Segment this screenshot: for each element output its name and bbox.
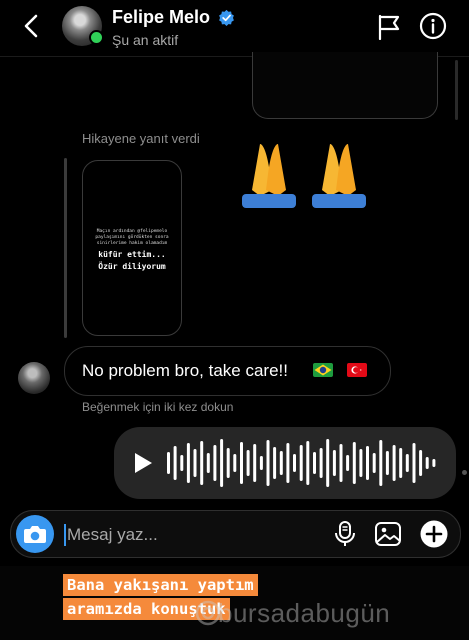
waveform-bar bbox=[206, 453, 210, 473]
waveform-bar bbox=[346, 455, 350, 471]
back-arrow-icon[interactable] bbox=[20, 12, 44, 40]
emoji-hands-2 bbox=[312, 144, 366, 208]
story-main-text: küfür ettim... Özür diliyorum bbox=[98, 250, 166, 271]
waveform-bar bbox=[366, 446, 369, 480]
gallery-icon[interactable] bbox=[374, 521, 402, 547]
report-flag-icon[interactable] bbox=[376, 14, 402, 40]
waveform-bar bbox=[419, 450, 423, 476]
waveform-bar bbox=[399, 448, 403, 478]
info-icon[interactable] bbox=[419, 12, 447, 40]
incoming-message-text: No problem bro, take care!! bbox=[82, 361, 288, 380]
add-plus-icon[interactable] bbox=[419, 519, 449, 549]
verified-badge-icon bbox=[219, 9, 234, 26]
waveform-bar bbox=[293, 454, 296, 472]
waveform-bar bbox=[213, 445, 217, 481]
scroll-indicator bbox=[455, 60, 458, 120]
waveform-bar bbox=[332, 450, 336, 476]
waveform-bar bbox=[253, 444, 257, 482]
emoji-hands-1 bbox=[242, 144, 296, 208]
waveform-bar bbox=[412, 443, 416, 483]
waveform-bar bbox=[339, 444, 343, 482]
contact-name[interactable]: Felipe Melo bbox=[112, 7, 210, 28]
incoming-message-bubble[interactable]: No problem bro, take care!! bbox=[64, 346, 391, 396]
previous-story-card[interactable] bbox=[252, 52, 438, 119]
waveform-bar bbox=[167, 452, 170, 474]
waveform-bar bbox=[385, 451, 389, 475]
story-small-text: Maçın ardından @felipemelo paylaşımını g… bbox=[95, 229, 169, 246]
camera-button[interactable] bbox=[16, 515, 54, 553]
waveform-bar bbox=[180, 455, 184, 471]
waveform-bar bbox=[319, 448, 323, 478]
site-watermark: bursadabugün bbox=[218, 598, 391, 628]
waveform-bar bbox=[405, 454, 409, 472]
waveform-bar bbox=[259, 456, 263, 470]
caption-line-1: Bana yakışanı yaptım bbox=[63, 574, 258, 596]
waveform-bar bbox=[299, 445, 303, 481]
waveform-bar bbox=[240, 442, 243, 484]
sender-avatar[interactable] bbox=[18, 362, 50, 394]
waveform-bar bbox=[200, 441, 204, 485]
message-input[interactable] bbox=[67, 522, 267, 548]
waveform-bar bbox=[392, 445, 396, 481]
play-icon[interactable] bbox=[132, 451, 154, 475]
audio-waveform[interactable] bbox=[166, 435, 438, 491]
microphone-icon[interactable] bbox=[333, 520, 357, 548]
waveform-bar bbox=[359, 449, 363, 477]
waveform-bar bbox=[372, 453, 376, 473]
waveform-bar bbox=[220, 439, 224, 487]
camera-icon bbox=[24, 526, 46, 543]
online-indicator bbox=[89, 30, 104, 45]
waveform-bar bbox=[286, 443, 290, 483]
turkey-flag-icon bbox=[347, 363, 367, 377]
waveform-bar bbox=[379, 440, 383, 486]
waveform-bar bbox=[226, 448, 230, 478]
waveform-bar bbox=[273, 447, 277, 479]
svg-text:🙏🙏: 🙏🙏 bbox=[238, 138, 241, 139]
waveform-bar bbox=[173, 446, 177, 480]
waveform-bar bbox=[246, 450, 250, 476]
story-thumbnail[interactable]: Maçın ardından @felipemelo paylaşımını g… bbox=[82, 160, 182, 336]
chat-header: Felipe Melo Şu an aktif bbox=[0, 0, 469, 56]
message-status-dot bbox=[462, 470, 467, 475]
double-tap-like-hint: Beğenmek için iki kez dokun bbox=[82, 400, 234, 414]
waveform-bar bbox=[313, 452, 316, 474]
waveform-bar bbox=[279, 451, 283, 475]
reply-quote-bar bbox=[64, 158, 67, 338]
story-reply-label: Hikayene yanıt verdi bbox=[82, 131, 200, 146]
praying-hands-emoji[interactable]: 🙏🙏 bbox=[238, 138, 378, 214]
waveform-bar bbox=[306, 441, 310, 485]
active-status: Şu an aktif bbox=[112, 32, 179, 48]
waveform-bar bbox=[326, 439, 330, 487]
waveform-bar bbox=[233, 454, 237, 472]
waveform-bar bbox=[186, 443, 190, 483]
waveform-bar bbox=[193, 449, 197, 477]
profile-avatar[interactable] bbox=[62, 6, 104, 46]
brazil-flag-icon bbox=[313, 363, 333, 377]
text-cursor bbox=[64, 524, 66, 546]
waveform-bar bbox=[266, 440, 270, 486]
message-composer bbox=[10, 510, 461, 558]
waveform-bar bbox=[425, 457, 429, 469]
waveform-bar bbox=[352, 442, 356, 484]
waveform-bar bbox=[432, 459, 436, 467]
voice-message-bubble[interactable] bbox=[114, 427, 456, 499]
